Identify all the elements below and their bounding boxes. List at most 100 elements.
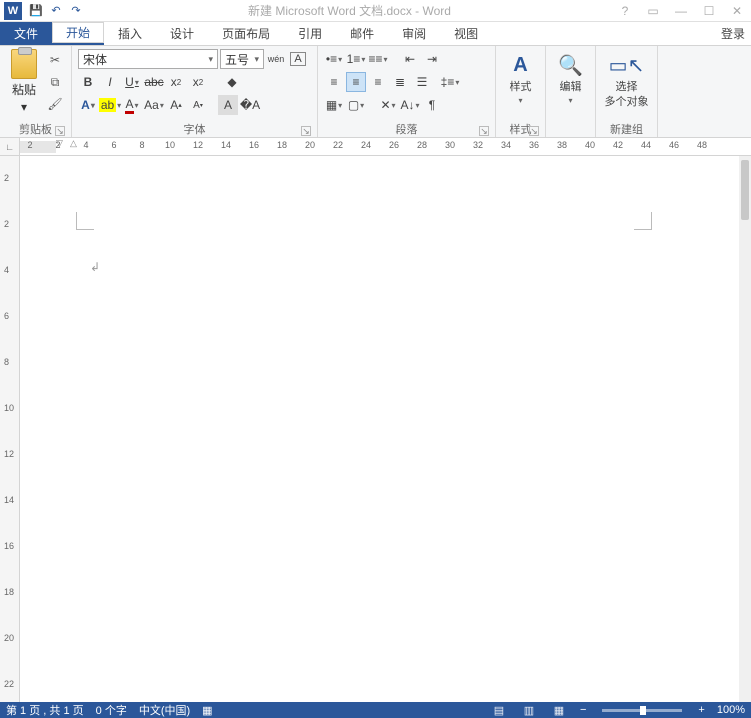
ruler-tick: 40: [585, 140, 595, 150]
tab-design[interactable]: 设计: [156, 22, 208, 45]
select-objects-icon: ▭↖: [613, 51, 641, 79]
strikethrough-button[interactable]: abc: [144, 72, 164, 92]
show-marks-button[interactable]: ¶: [422, 95, 442, 115]
app-icon[interactable]: W: [4, 2, 22, 20]
styles-button[interactable]: A 样式 ▾: [502, 49, 539, 107]
phonetic-guide-button[interactable]: wén: [266, 49, 286, 69]
clipboard-launcher-icon[interactable]: ↘: [55, 126, 65, 136]
change-case-button[interactable]: Aa: [144, 95, 164, 115]
char-shading-button[interactable]: A: [218, 95, 238, 115]
grow-font-button[interactable]: A▴: [166, 95, 186, 115]
font-name-value: 宋体: [83, 51, 107, 68]
tab-review[interactable]: 审阅: [388, 22, 440, 45]
zoom-slider-thumb[interactable]: [640, 706, 646, 715]
shading-button[interactable]: ▦: [324, 95, 344, 115]
font-size-value: 五号: [225, 51, 249, 68]
decrease-indent-button[interactable]: ⇤: [400, 49, 420, 69]
select-objects-button[interactable]: ▭↖ 选择 多个对象: [602, 49, 651, 111]
highlight-button[interactable]: ab: [100, 95, 120, 115]
multilevel-list-button[interactable]: ≡≡: [368, 49, 388, 69]
subscript-button[interactable]: x2: [166, 72, 186, 92]
line-spacing-button[interactable]: ‡≡: [440, 72, 460, 92]
align-center-button[interactable]: ≡: [346, 72, 366, 92]
paste-label: 粘贴: [12, 81, 36, 98]
text-effects-button[interactable]: A: [78, 95, 98, 115]
font-color-button[interactable]: A: [122, 95, 142, 115]
font-size-combo[interactable]: 五号▾: [220, 49, 264, 69]
ruler-tick: 2: [4, 219, 9, 229]
numbering-button[interactable]: 1≡: [346, 49, 366, 69]
ruler-tick: 22: [333, 140, 343, 150]
align-justify-button[interactable]: ≣: [390, 72, 410, 92]
vertical-scrollbar[interactable]: [739, 156, 751, 702]
distributed-button[interactable]: ☰: [412, 72, 432, 92]
ribbon-help-icon[interactable]: ?: [615, 4, 635, 18]
zoom-level[interactable]: 100%: [717, 704, 745, 716]
document-canvas[interactable]: ↲: [20, 156, 751, 702]
select-objects-label-l1: 选择: [616, 81, 638, 94]
tab-insert[interactable]: 插入: [104, 22, 156, 45]
ruler-tick: 26: [389, 140, 399, 150]
margin-corner-icon: [634, 212, 652, 230]
tab-selector[interactable]: ∟: [0, 138, 20, 155]
enclose-char-button[interactable]: �A: [240, 95, 260, 115]
qat-redo-icon[interactable]: ↷: [68, 3, 84, 19]
italic-button[interactable]: I: [100, 72, 120, 92]
zoom-in-button[interactable]: +: [698, 704, 704, 716]
paragraph-launcher-icon[interactable]: ↘: [479, 126, 489, 136]
tab-layout[interactable]: 页面布局: [208, 22, 284, 45]
superscript-button[interactable]: x2: [188, 72, 208, 92]
zoom-out-button[interactable]: −: [580, 704, 586, 716]
newgroup-label: 新建组: [610, 121, 643, 137]
status-macro-icon[interactable]: ▦: [202, 704, 212, 717]
minimize-icon[interactable]: —: [671, 4, 691, 18]
horizontal-ruler[interactable]: ▽ △ 224681012141618202224262830323436384…: [20, 138, 751, 155]
ribbon-collapse-icon[interactable]: ▭: [643, 4, 663, 18]
tab-file[interactable]: 文件: [0, 22, 52, 45]
maximize-icon[interactable]: ☐: [699, 4, 719, 18]
asian-layout-button[interactable]: ✕: [378, 95, 398, 115]
borders-button[interactable]: ▢: [346, 95, 366, 115]
align-left-button[interactable]: ≡: [324, 72, 344, 92]
align-right-button[interactable]: ≡: [368, 72, 388, 92]
chevron-down-icon: ▾: [204, 54, 213, 65]
editing-button[interactable]: 🔍 编辑 ▾: [552, 49, 589, 107]
ruler-tick: 22: [4, 679, 14, 689]
chevron-down-icon: ▾: [568, 96, 572, 105]
tab-mail[interactable]: 邮件: [336, 22, 388, 45]
bullets-button[interactable]: •≡: [324, 49, 344, 69]
zoom-slider[interactable]: [602, 709, 682, 712]
underline-button[interactable]: U: [122, 72, 142, 92]
increase-indent-button[interactable]: ⇥: [422, 49, 442, 69]
tab-references[interactable]: 引用: [284, 22, 336, 45]
editing-label: 编辑: [560, 81, 582, 94]
font-launcher-icon[interactable]: ↘: [301, 126, 311, 136]
ruler-tick: 18: [277, 140, 287, 150]
close-icon[interactable]: ✕: [727, 4, 747, 18]
character-border-button[interactable]: A: [288, 49, 308, 69]
qat-undo-icon[interactable]: ↶: [48, 3, 64, 19]
scrollbar-thumb[interactable]: [741, 160, 749, 220]
bold-button[interactable]: B: [78, 72, 98, 92]
status-page[interactable]: 第 1 页 , 共 1 页: [6, 702, 84, 718]
status-word-count[interactable]: 0 个字: [96, 702, 127, 718]
paste-button[interactable]: 粘贴 ▾: [6, 49, 42, 114]
tab-view[interactable]: 视图: [440, 22, 492, 45]
font-name-combo[interactable]: 宋体 ▾: [78, 49, 218, 69]
shrink-font-button[interactable]: A▾: [188, 95, 208, 115]
sign-in-link[interactable]: 登录: [715, 22, 751, 45]
qat-save-icon[interactable]: 💾: [28, 3, 44, 19]
find-icon: 🔍: [557, 51, 585, 79]
styles-launcher-icon[interactable]: ↘: [529, 126, 539, 136]
status-language[interactable]: 中文(中国): [139, 702, 190, 718]
tab-home[interactable]: 开始: [52, 22, 104, 45]
vertical-ruler[interactable]: 2246810121416182022: [0, 156, 20, 702]
web-layout-icon[interactable]: ▦: [550, 703, 568, 717]
cut-icon[interactable]: ✂: [46, 51, 64, 69]
read-mode-icon[interactable]: ▤: [490, 703, 508, 717]
copy-icon[interactable]: ⧉: [46, 73, 64, 91]
format-painter-icon[interactable]: 🖌: [46, 95, 64, 113]
clear-formatting-icon[interactable]: ◆: [222, 72, 242, 92]
sort-button[interactable]: A↓: [400, 95, 420, 115]
print-layout-icon[interactable]: ▥: [520, 703, 538, 717]
